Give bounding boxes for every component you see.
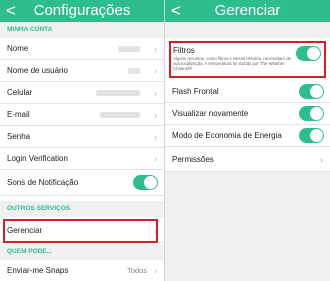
row-email[interactable]: E-mail › [0,104,164,126]
redacted-value [96,90,140,96]
row-username-label: Nome de usuário [7,66,68,75]
toggle-knob [144,176,157,189]
row-replay-label: Visualizar novamente [172,109,249,118]
toggle-knob [310,85,323,98]
section-spacer [165,22,330,38]
row-send-me-snaps[interactable]: Enviar-me Snaps Todos › [0,260,164,281]
manage-highlight-box [3,219,158,243]
row-username[interactable]: Nome de usuário › [0,60,164,82]
row-login-verification[interactable]: Login Verification › [0,148,164,170]
chevron-right-icon: › [154,266,157,276]
row-name[interactable]: Nome › [0,38,164,60]
settings-nav-bar: < Configurações [0,0,164,22]
chevron-right-icon: › [154,132,157,142]
row-sounds-label: Sons de Notificação [7,178,79,187]
row-front-flash: Flash Frontal [165,81,330,103]
side-by-side-screens: < Configurações MINHA CONTA Nome › Nome … [0,0,330,281]
economy-toggle[interactable] [299,128,324,143]
row-replay: Visualizar novamente [165,103,330,125]
row-snaps-label: Enviar-me Snaps [7,266,69,275]
chevron-right-icon: › [154,110,157,120]
manage-nav-bar: < Gerenciar [165,0,330,22]
manage-screen: < Gerenciar Filtros Alguns recursos, com… [165,0,330,281]
row-email-label: E-mail [7,110,30,119]
row-permissions-label: Permissões [172,155,214,164]
manage-title: Gerenciar [214,2,281,19]
row-notification-sounds: Sons de Notificação [0,170,164,196]
chevron-right-icon: › [154,88,157,98]
chevron-right-icon: › [154,66,157,76]
section-who-can: QUEM PODE... [0,244,164,260]
filters-highlight-box [169,41,326,78]
sounds-toggle[interactable] [133,175,158,190]
section-my-account: MINHA CONTA [0,22,164,38]
section-other-services: OUTROS SERVIÇOS [0,201,164,217]
row-phone[interactable]: Celular › [0,82,164,104]
row-password-label: Senha [7,132,31,141]
flash-toggle[interactable] [299,84,324,99]
row-permissions[interactable]: Permissões › [165,148,330,172]
replay-toggle[interactable] [299,106,324,121]
redacted-value [128,68,140,74]
redacted-value [118,46,140,52]
row-flash-label: Flash Frontal [172,87,219,96]
chevron-right-icon: › [154,154,157,164]
row-snaps-value: Todos [126,266,147,275]
row-login-label: Login Verification [7,154,68,163]
chevron-right-icon: › [154,44,157,54]
settings-title: Configurações [33,2,131,19]
redacted-value [100,112,140,118]
empty-area [165,172,330,281]
settings-screen: < Configurações MINHA CONTA Nome › Nome … [0,0,165,281]
chevron-right-icon: › [320,155,323,165]
row-power-saving: Modo de Economia de Energia [165,125,330,147]
toggle-knob [310,129,323,142]
row-economy-label: Modo de Economia de Energia [172,131,282,140]
row-password[interactable]: Senha › [0,126,164,148]
row-phone-label: Celular [7,88,33,97]
toggle-knob [310,107,323,120]
row-name-label: Nome [7,44,29,53]
